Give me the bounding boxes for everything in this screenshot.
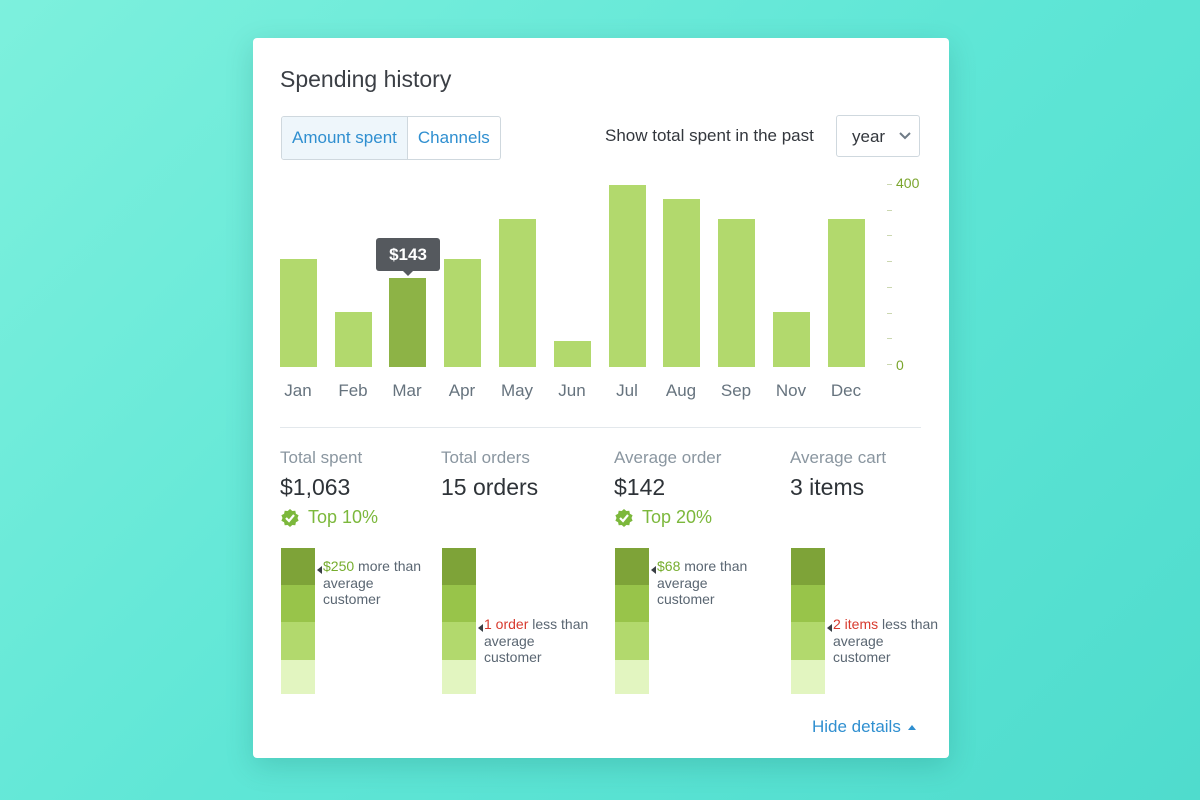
- bar-may[interactable]: [499, 219, 536, 367]
- bar-dec[interactable]: [828, 219, 865, 367]
- y-axis-tick: [887, 364, 892, 365]
- bar-aug[interactable]: [663, 199, 700, 367]
- month-label: Jul: [616, 381, 638, 400]
- scale-segment: [615, 622, 649, 660]
- scale-segment: [442, 660, 476, 694]
- y-axis-tick: [887, 287, 892, 288]
- scale-segment: [442, 622, 476, 660]
- bar-jun[interactable]: [554, 341, 591, 367]
- bar-mar[interactable]: [389, 278, 426, 367]
- month-label: Apr: [448, 381, 476, 400]
- hide-details-link[interactable]: Hide details: [812, 717, 917, 737]
- stat-block: Average cart 3 items: [790, 448, 886, 501]
- y-axis-tick: [887, 338, 892, 339]
- stat-block: Total spent $1,063 Top 10%: [280, 448, 378, 528]
- stat-block: Total orders 15 orders: [441, 448, 538, 501]
- scale-segment: [281, 548, 315, 585]
- bar-nov[interactable]: [773, 312, 810, 367]
- comparison-delta: 2 items: [833, 616, 879, 632]
- comparison-note: 1 order less than average customer: [484, 616, 594, 666]
- scale-segment: [442, 548, 476, 585]
- month-label: Feb: [338, 381, 368, 400]
- scale-segment: [615, 548, 649, 585]
- bar-tooltip: $143: [376, 238, 440, 276]
- scale-segment: [791, 548, 825, 585]
- caret-up-icon: [907, 724, 916, 730]
- stat-value: 3 items: [790, 474, 865, 500]
- check-badge-icon: [281, 508, 299, 527]
- rank-badge: Top 10%: [280, 507, 378, 528]
- scale-pointer: [651, 566, 656, 574]
- month-label: Jun: [558, 381, 586, 400]
- bar-sep[interactable]: [718, 219, 755, 367]
- month-label: Nov: [775, 381, 807, 400]
- scale-segment: [791, 585, 825, 622]
- stat-value: 15 orders: [441, 474, 539, 500]
- hide-details-label: Hide details: [812, 717, 901, 736]
- y-axis-label: 400: [896, 175, 920, 191]
- y-axis-tick: [887, 235, 892, 236]
- scale-segment: [615, 660, 649, 694]
- spending-history-card: Spending history Amount spent Channels S…: [253, 38, 949, 758]
- bar-feb[interactable]: [335, 312, 372, 367]
- comparison-note: $250 more than average customer: [323, 558, 433, 608]
- month-label: Jan: [284, 381, 312, 400]
- comparison-note: 2 items less than average customer: [833, 616, 943, 666]
- comparison-note: $68 more than average customer: [657, 558, 767, 608]
- bar-apr[interactable]: [444, 259, 481, 367]
- comparison-scale: [615, 548, 649, 694]
- scale-segment: [615, 585, 649, 622]
- stat-label: Total orders: [441, 448, 530, 467]
- scale-segment: [791, 622, 825, 660]
- scale-segment: [281, 622, 315, 660]
- month-label: Mar: [392, 381, 422, 400]
- scale-segment: [791, 660, 825, 694]
- comparison-scale: [281, 548, 315, 694]
- comparison-delta: 1 order: [484, 616, 529, 632]
- month-label: May: [500, 381, 534, 400]
- scale-segment: [281, 585, 315, 622]
- stat-label: Average cart: [790, 448, 887, 467]
- stat-block: Average order $142 Top 20%: [614, 448, 721, 528]
- check-badge-icon: [615, 508, 633, 527]
- stat-label: Total spent: [280, 448, 363, 467]
- rank-badge-label: Top 20%: [642, 507, 713, 527]
- y-axis-tick: [887, 313, 892, 314]
- comparison-delta: $68: [657, 558, 681, 574]
- stat-value: $142: [614, 474, 666, 500]
- rank-badge-label: Top 10%: [308, 507, 379, 527]
- comparison-delta: $250: [323, 558, 355, 574]
- y-axis-tick: [887, 261, 892, 262]
- y-axis-tick: [887, 210, 892, 211]
- stat-value: $1,063: [280, 474, 351, 500]
- month-label: Dec: [830, 381, 862, 400]
- section-divider: [280, 427, 921, 428]
- spending-bar-chart: $143 Jan Feb Mar Apr May Jun Jul Aug Sep Nov Dec 40…: [253, 38, 949, 428]
- scale-pointer: [827, 624, 832, 632]
- bar-jul[interactable]: [609, 185, 646, 367]
- scale-segment: [442, 585, 476, 622]
- stat-label: Average order: [614, 448, 722, 467]
- comparison-scale: [442, 548, 476, 694]
- month-label: Aug: [665, 381, 697, 400]
- y-axis-tick: [887, 184, 892, 185]
- y-axis-label: 0: [896, 357, 904, 373]
- scale-pointer: [478, 624, 483, 632]
- scale-pointer: [317, 566, 322, 574]
- month-label: Sep: [720, 381, 752, 400]
- comparison-scale: [791, 548, 825, 694]
- bar-jan[interactable]: [280, 259, 317, 367]
- rank-badge: Top 20%: [614, 507, 721, 528]
- scale-segment: [281, 660, 315, 694]
